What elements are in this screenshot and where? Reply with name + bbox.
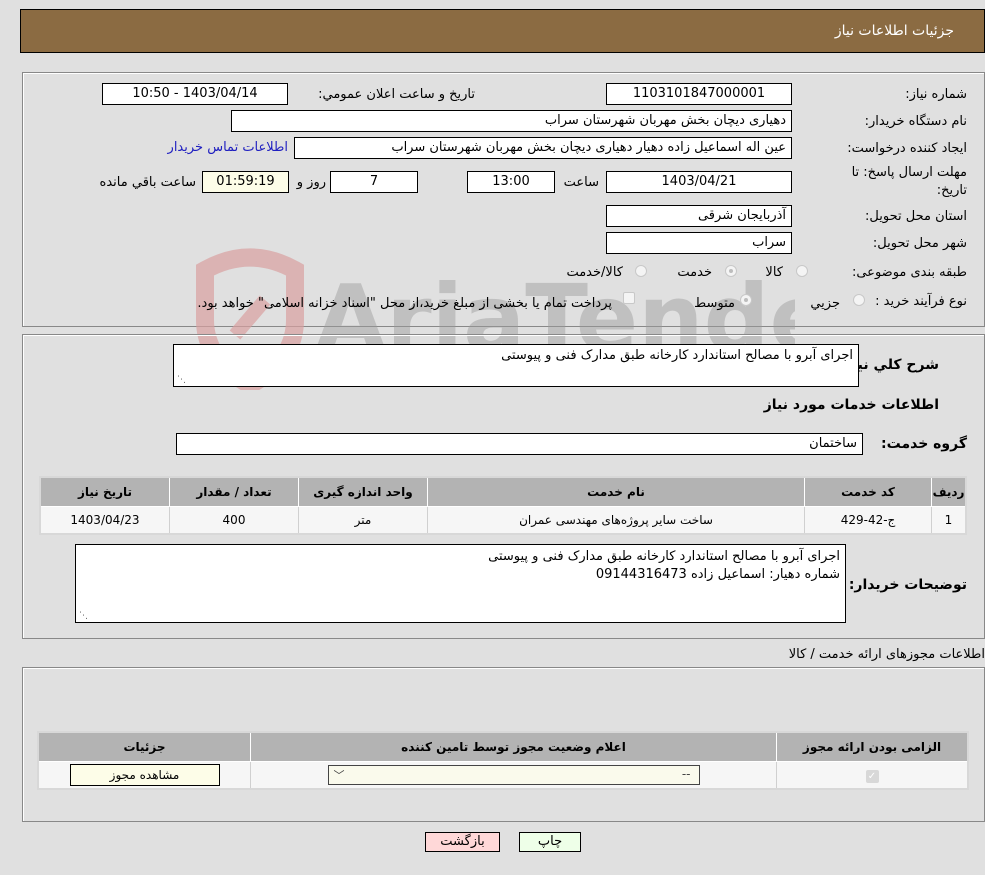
- category-label: طبقه بندی موضوعی:: [851, 265, 967, 280]
- chevron-down-icon: ﹀: [333, 769, 345, 782]
- table-row: 1 ج-42-429 ساخت سایر پروژه‌های مهندسی عم…: [39, 506, 967, 535]
- category-option-goods-service: کالا/خدمت: [566, 265, 623, 280]
- col-permit-status: اعلام وضعیت مجوز توسط تامین کننده: [250, 731, 777, 762]
- col-unit: واحد اندازه گیری: [298, 476, 428, 507]
- process-radio-medium[interactable]: [740, 294, 752, 306]
- permits-table-header: الزامی بودن ارائه مجوز اعلام وضعیت مجوز …: [37, 731, 969, 762]
- cell-permit-status: -- ﹀: [250, 761, 777, 790]
- services-heading: اطلاعات خدمات مورد نیاز: [763, 397, 939, 413]
- permit-required-checkbox[interactable]: ✓: [865, 769, 879, 783]
- cell-need-date: 1403/04/23: [39, 506, 170, 535]
- deadline-date-field: 1403/04/21: [606, 171, 792, 193]
- deadline-label-2: تاریخ:: [936, 183, 967, 198]
- permits-table: الزامی بودن ارائه مجوز اعلام وضعیت مجوز …: [37, 731, 969, 790]
- cell-service-code: ج-42-429: [804, 506, 932, 535]
- col-quantity: تعداد / مقدار: [169, 476, 299, 507]
- process-label: نوع فرآیند خرید :: [875, 294, 967, 309]
- province-label: استان محل تحویل:: [865, 209, 967, 224]
- service-group-field: ساختمان: [176, 433, 863, 455]
- deadline-time-field: 13:00: [467, 171, 555, 193]
- city-label: شهر محل تحویل:: [872, 236, 967, 251]
- cell-unit: متر: [298, 506, 428, 535]
- need-number-field: 1103101847000001: [606, 83, 792, 105]
- description-textarea[interactable]: اجرای آبرو با مصالح استاندارد کارخانه طب…: [173, 344, 859, 387]
- category-radio-goods-service[interactable]: [635, 265, 647, 277]
- buyer-notes-textarea[interactable]: اجرای آبرو با مصالح استاندارد کارخانه طب…: [75, 544, 846, 623]
- buyer-notes-line1: اجرای آبرو با مصالح استاندارد کارخانه طب…: [488, 549, 840, 564]
- process-option-minor: جزيي: [810, 296, 840, 311]
- resize-grip-icon[interactable]: ⋰: [78, 611, 88, 621]
- category-option-service: خدمت: [677, 265, 712, 280]
- permit-status-select[interactable]: -- ﹀: [327, 765, 700, 785]
- treasury-checkbox[interactable]: [623, 292, 635, 304]
- services-table-header: ردیف کد خدمت نام خدمت واحد اندازه گیری ت…: [39, 476, 967, 507]
- announce-label: تاریخ و ساعت اعلان عمومي:: [318, 87, 475, 102]
- remaining-label: ساعت باقي مانده: [99, 175, 196, 190]
- back-button[interactable]: بازگشت: [425, 832, 500, 852]
- service-group-label: گروه خدمت:: [881, 436, 967, 452]
- buyer-notes-label: توضیحات خریدار:: [848, 577, 967, 593]
- col-need-date: تاریخ نیاز: [39, 476, 170, 507]
- deadline-time-label: ساعت: [563, 175, 599, 190]
- buyer-org-field: دهیاری دیچان بخش مهربان شهرستان سراب: [231, 110, 792, 132]
- col-service-name: نام خدمت: [427, 476, 805, 507]
- deadline-label-1: مهلت ارسال پاسخ: تا: [851, 165, 967, 180]
- page-header: جزئیات اطلاعات نیاز: [20, 9, 985, 53]
- need-number-label: شماره نیاز:: [905, 87, 967, 102]
- days-field: 7: [330, 171, 418, 193]
- buyer-notes-line2: شماره دهیار: اسماعیل زاده 09144316473: [595, 567, 840, 582]
- cell-permit-details: مشاهده مجوز: [37, 761, 251, 790]
- col-permit-required: الزامی بودن ارائه مجوز: [776, 731, 969, 762]
- print-button[interactable]: چاپ: [519, 832, 581, 852]
- process-option-medium: متوسط: [694, 296, 735, 311]
- category-radio-goods[interactable]: [796, 265, 808, 277]
- process-radio-minor[interactable]: [853, 294, 865, 306]
- treasury-note: پرداخت تمام یا بخشی از مبلغ خرید،از محل …: [197, 296, 612, 311]
- creator-label: ایجاد کننده درخواست:: [847, 141, 967, 156]
- permit-status-value: --: [681, 767, 691, 781]
- col-permit-details: جزئیات: [37, 731, 251, 762]
- city-field: سراب: [606, 232, 792, 254]
- category-option-goods: کالا: [765, 265, 783, 280]
- creator-field: عین اله اسماعیل زاده دهیار دهیاری دیچان …: [294, 137, 792, 159]
- view-permit-button[interactable]: مشاهده مجوز: [69, 764, 220, 786]
- col-service-code: کد خدمت: [804, 476, 932, 507]
- remaining-time-field: 01:59:19: [202, 171, 289, 193]
- page-title: جزئیات اطلاعات نیاز: [834, 23, 954, 39]
- cell-permit-required: ✓: [776, 761, 969, 790]
- buyer-contact-link[interactable]: اطلاعات تماس خریدار: [168, 140, 288, 155]
- buyer-org-label: نام دستگاه خریدار:: [864, 114, 967, 129]
- announce-datetime-field: 1403/04/14 - 10:50: [102, 83, 288, 105]
- description-text: اجرای آبرو با مصالح استاندارد کارخانه طب…: [501, 348, 853, 363]
- province-field: آذربایجان شرقی: [606, 205, 792, 227]
- cell-service-name: ساخت سایر پروژه‌های مهندسی عمران: [427, 506, 805, 535]
- cell-row: 1: [931, 506, 967, 535]
- col-row: ردیف: [931, 476, 967, 507]
- category-radio-service[interactable]: [725, 265, 737, 277]
- resize-grip-icon[interactable]: ⋰: [176, 375, 186, 385]
- cell-quantity: 400: [169, 506, 299, 535]
- services-table: ردیف کد خدمت نام خدمت واحد اندازه گیری ت…: [39, 476, 967, 535]
- permits-heading: اطلاعات مجوزهای ارائه خدمت / کالا: [788, 647, 985, 662]
- table-row: ✓ -- ﹀ مشاهده مجوز: [37, 761, 969, 790]
- days-label: روز و: [296, 175, 326, 190]
